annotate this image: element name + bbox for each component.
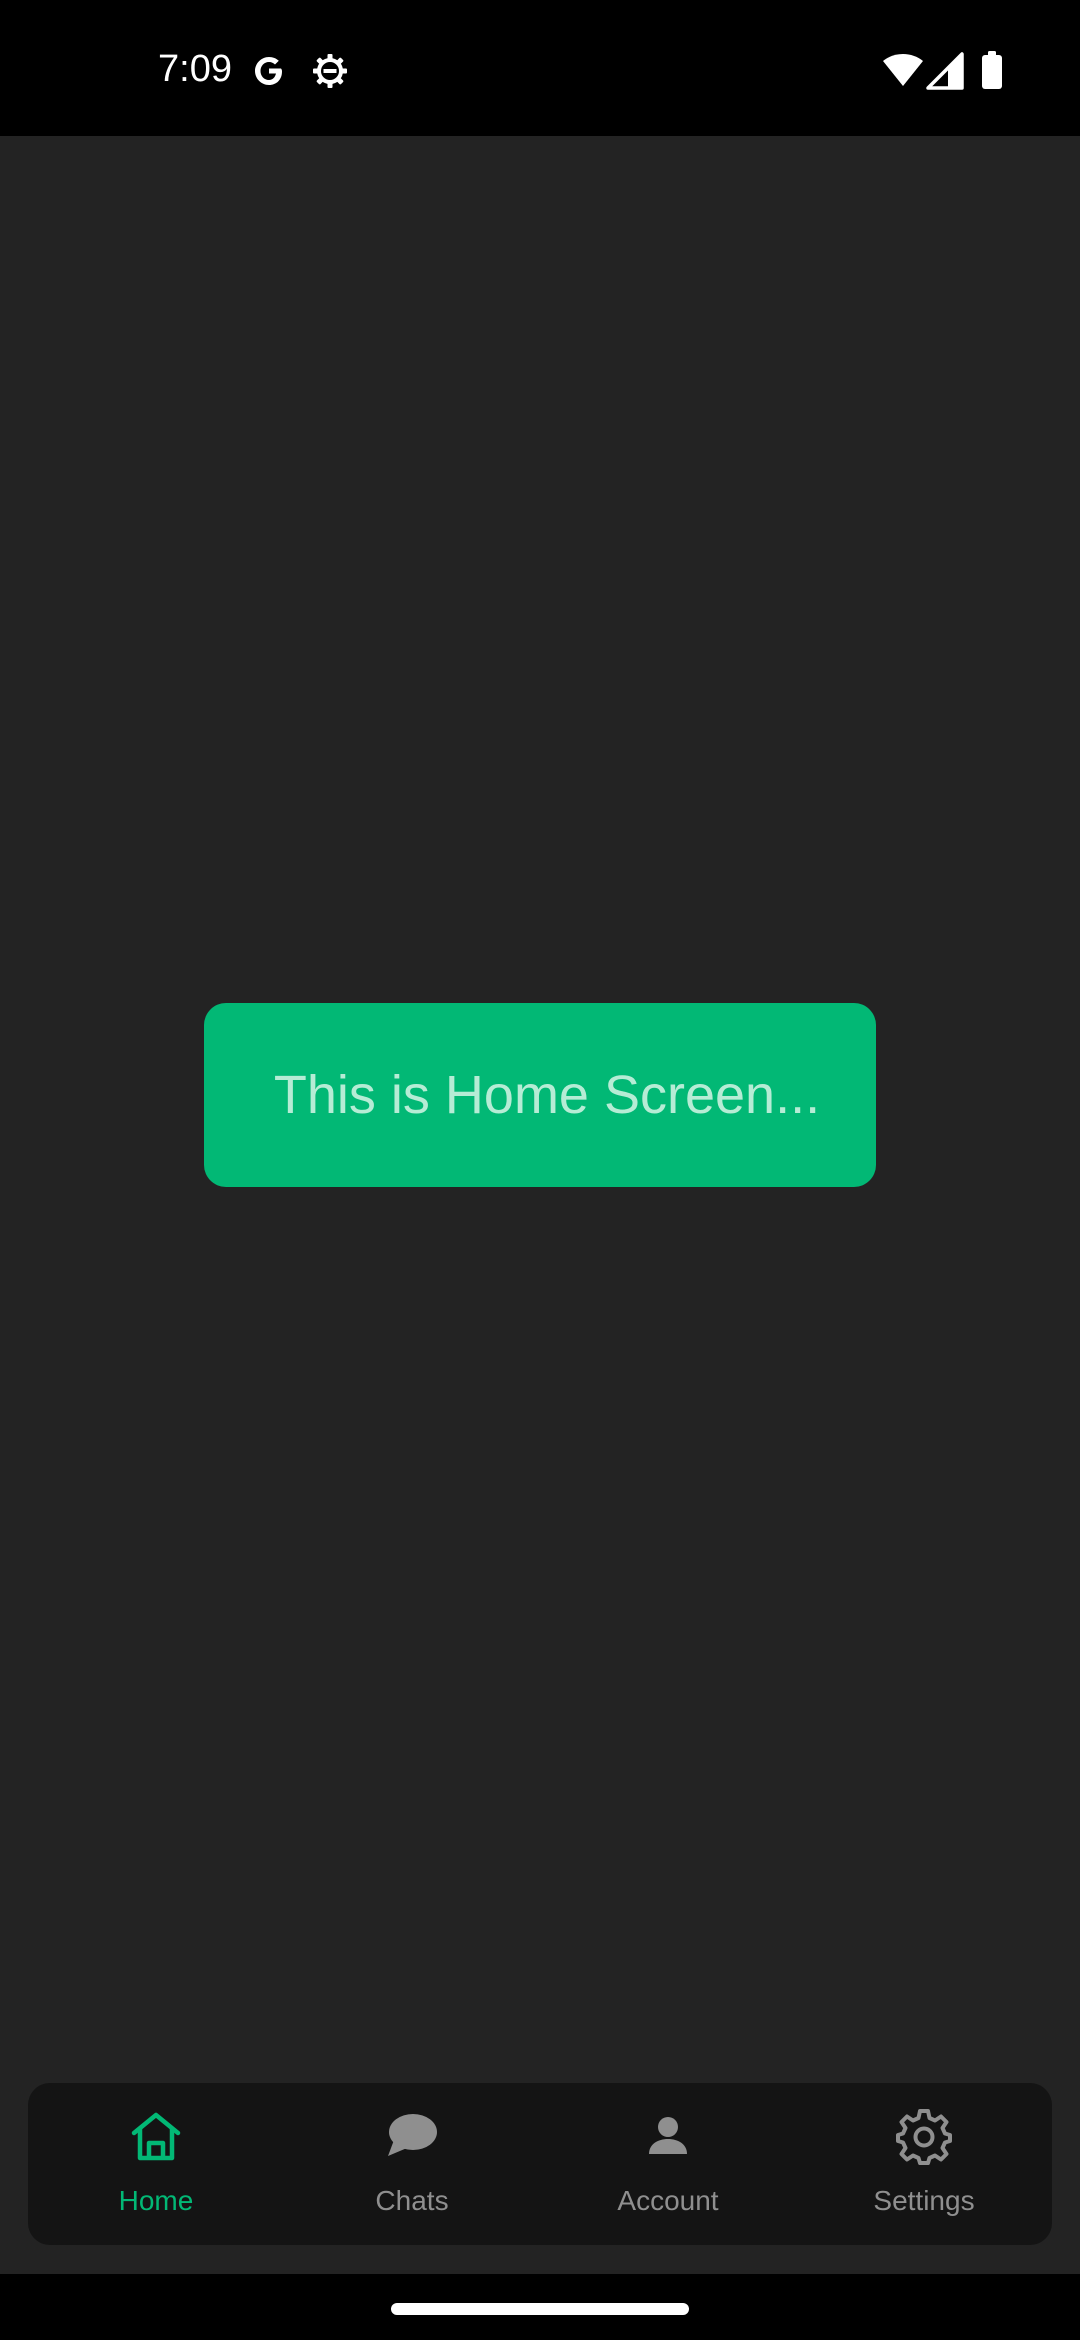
wifi-icon bbox=[883, 54, 923, 86]
bottom-navigation: Home Chats Account Settings bbox=[28, 2083, 1052, 2245]
nav-item-settings[interactable]: Settings bbox=[796, 2083, 1052, 2245]
settings-gear-icon bbox=[313, 54, 347, 88]
nav-item-account[interactable]: Account bbox=[540, 2083, 796, 2245]
person-icon bbox=[649, 2117, 687, 2154]
battery-icon bbox=[982, 51, 1002, 89]
chat-bubble-icon bbox=[388, 2114, 437, 2156]
gesture-handle[interactable] bbox=[391, 2303, 689, 2315]
gear-icon bbox=[896, 2109, 952, 2165]
nav-label-home: Home bbox=[118, 2185, 194, 2216]
status-time: 7:09 bbox=[158, 48, 232, 90]
home-screen-card: This is Home Screen... bbox=[204, 1003, 876, 1187]
status-bar: 7:09 bbox=[0, 0, 1080, 136]
home-icon bbox=[131, 2112, 181, 2161]
gesture-navigation-area bbox=[0, 2274, 1080, 2340]
app-screen: 7:09 This is Home Screen... Home Chats A… bbox=[0, 0, 1080, 2340]
nav-label-account: Account bbox=[617, 2185, 719, 2216]
nav-label-chats: Chats bbox=[375, 2185, 449, 2216]
home-screen-text: This is Home Screen... bbox=[273, 1065, 821, 1125]
nav-item-home[interactable]: Home bbox=[28, 2083, 284, 2245]
home-content-area bbox=[0, 136, 1080, 2274]
nav-label-settings: Settings bbox=[873, 2185, 975, 2216]
nav-item-chats[interactable]: Chats bbox=[284, 2083, 540, 2245]
cellular-signal-icon bbox=[926, 52, 964, 90]
google-icon bbox=[255, 57, 282, 85]
